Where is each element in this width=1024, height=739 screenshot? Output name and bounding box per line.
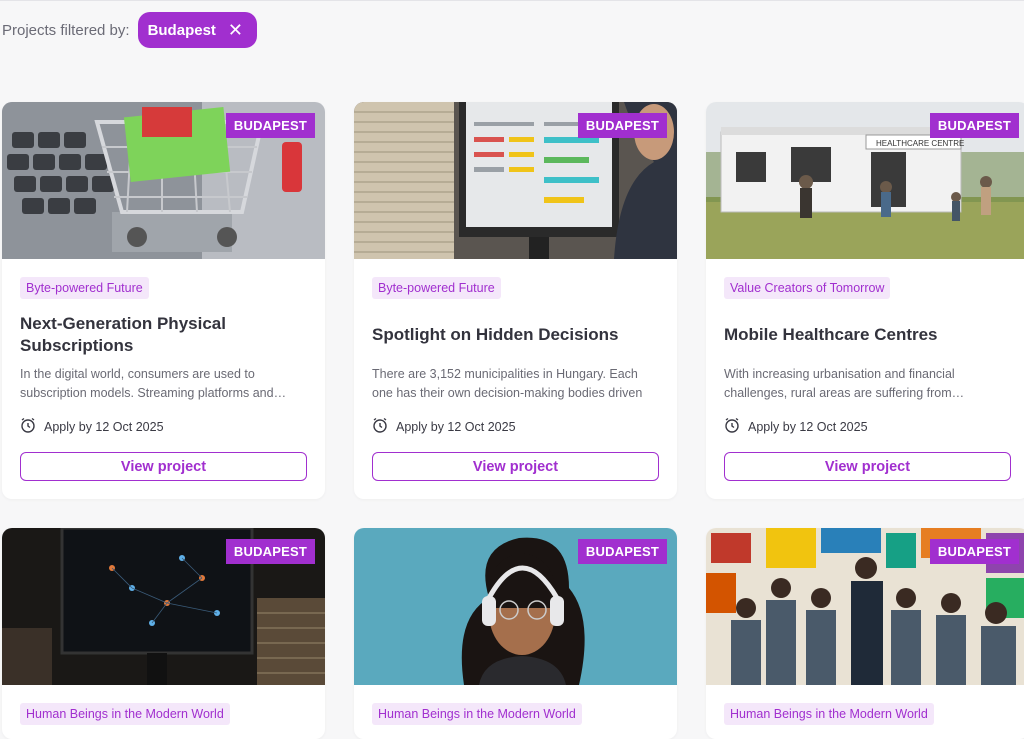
category-tag[interactable]: Human Beings in the Modern World xyxy=(724,703,934,725)
project-title: Spotlight on Hidden Decisions xyxy=(372,325,619,344)
apply-deadline: Apply by 12 Oct 2025 xyxy=(20,417,307,436)
project-title: Mobile Healthcare Centres xyxy=(724,325,938,344)
sign-text: HEALTHCARE CENTRE xyxy=(876,139,964,148)
apply-deadline-text: Apply by 12 Oct 2025 xyxy=(44,419,164,434)
project-card: BUDAPEST Byte-powered Future Spotlight o… xyxy=(354,102,677,499)
alarm-clock-icon xyxy=(372,417,388,436)
project-card: BUDAPEST Human Beings in the Modern Worl… xyxy=(706,528,1024,739)
top-divider xyxy=(0,0,1024,1)
project-card: BUDAPEST Human Beings in the Modern Worl… xyxy=(354,528,677,739)
project-image: BUDAPEST xyxy=(706,528,1024,685)
category-tag[interactable]: Byte-powered Future xyxy=(20,277,149,299)
filter-chip-budapest[interactable]: Budapest ✕ xyxy=(137,12,257,48)
location-badge: BUDAPEST xyxy=(577,539,667,564)
location-badge: BUDAPEST xyxy=(225,113,315,138)
project-card: BUDAPEST Byte-powered Future Next-Genera… xyxy=(2,102,325,499)
project-description: There are 3,152 municipalities in Hungar… xyxy=(372,367,643,400)
project-image: BUDAPEST xyxy=(354,102,677,259)
alarm-clock-icon xyxy=(724,417,740,436)
project-image: BUDAPEST xyxy=(2,102,325,259)
category-tag[interactable]: Byte-powered Future xyxy=(372,277,501,299)
alarm-clock-icon xyxy=(20,417,36,436)
project-image: BUDAPEST xyxy=(354,528,677,685)
filter-label: Projects filtered by: xyxy=(2,21,130,39)
apply-deadline-text: Apply by 12 Oct 2025 xyxy=(748,419,868,434)
project-description: In the digital world, consumers are used… xyxy=(20,367,287,400)
project-card: HEALTHCARE CENTRE BUDAPEST Value Creator… xyxy=(706,102,1024,499)
view-project-button[interactable]: View project xyxy=(20,452,307,481)
location-badge: BUDAPEST xyxy=(929,113,1019,138)
location-badge: BUDAPEST xyxy=(225,539,315,564)
filter-bar: Projects filtered by: Budapest ✕ xyxy=(2,12,257,48)
view-project-button[interactable]: View project xyxy=(724,452,1011,481)
category-tag[interactable]: Value Creators of Tomorrow xyxy=(724,277,891,299)
project-description: With increasing urbanisation and financi… xyxy=(724,367,965,400)
apply-deadline: Apply by 12 Oct 2025 xyxy=(372,417,659,436)
category-tag[interactable]: Human Beings in the Modern World xyxy=(372,703,582,725)
location-badge: BUDAPEST xyxy=(929,539,1019,564)
project-title: Next-Generation Physical Subscriptions xyxy=(20,314,226,355)
project-image: HEALTHCARE CENTRE BUDAPEST xyxy=(706,102,1024,259)
apply-deadline-text: Apply by 12 Oct 2025 xyxy=(396,419,516,434)
close-icon[interactable]: ✕ xyxy=(228,21,243,39)
project-card: BUDAPEST Human Beings in the Modern Worl… xyxy=(2,528,325,739)
apply-deadline: Apply by 12 Oct 2025 xyxy=(724,417,1011,436)
location-badge: BUDAPEST xyxy=(577,113,667,138)
category-tag[interactable]: Human Beings in the Modern World xyxy=(20,703,230,725)
project-image: BUDAPEST xyxy=(2,528,325,685)
view-project-button[interactable]: View project xyxy=(372,452,659,481)
filter-chip-label: Budapest xyxy=(147,21,216,39)
